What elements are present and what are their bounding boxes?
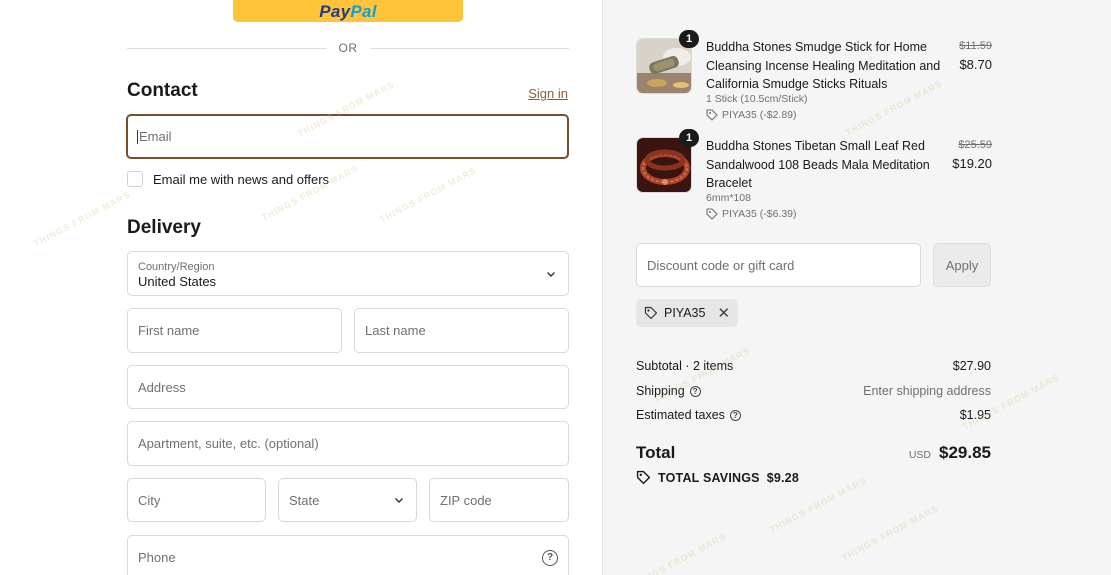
- remove-discount-icon[interactable]: ✕: [717, 304, 730, 322]
- item-title: Buddha Stones Smudge Stick for Home Clea…: [706, 40, 941, 91]
- country-label: Country/Region: [138, 260, 215, 273]
- help-icon[interactable]: ?: [542, 549, 558, 566]
- or-divider: OR: [127, 40, 569, 56]
- item-discount: PIYA35 (-$2.89): [706, 109, 797, 121]
- city-field[interactable]: City: [127, 478, 266, 522]
- email-field[interactable]: Email: [126, 114, 569, 159]
- paypal-logo: PayPal: [319, 2, 377, 21]
- apartment-placeholder: Apartment, suite, etc. (optional): [138, 436, 319, 451]
- or-label: OR: [338, 41, 358, 55]
- last-name-placeholder: Last name: [365, 323, 426, 338]
- newsletter-label: Email me with news and offers: [153, 171, 330, 187]
- subtotal-label: Subtotal · 2 items: [636, 359, 734, 373]
- item-variant: 1 Stick (10.5cm/Stick): [706, 93, 808, 105]
- taxes-label: Estimated taxes: [636, 408, 725, 422]
- item-original-price: $11.59: [959, 40, 992, 52]
- tag-icon: [636, 470, 651, 485]
- address-field[interactable]: Address: [127, 365, 569, 409]
- first-name-field[interactable]: First name: [127, 308, 342, 353]
- first-name-placeholder: First name: [138, 323, 200, 338]
- subtotal-row: Subtotal · 2 items $27.90: [636, 359, 991, 373]
- country-select[interactable]: Country/Region United States: [127, 251, 569, 296]
- contact-heading: Contact: [127, 80, 198, 101]
- help-icon[interactable]: ?: [689, 386, 701, 398]
- phone-placeholder: Phone: [138, 550, 176, 565]
- city-placeholder: City: [138, 492, 161, 508]
- cart-item: 1 Buddha Stones Smudge Stick for Home Cl…: [636, 30, 992, 124]
- chevron-down-icon: [395, 498, 403, 503]
- item-title: Buddha Stones Tibetan Small Leaf Red San…: [706, 139, 930, 190]
- zip-placeholder: ZIP code: [440, 492, 492, 508]
- taxes-row: Estimated taxes? $1.95: [636, 408, 991, 422]
- item-original-price: $25.59: [958, 139, 992, 151]
- item-discount: PIYA35 (-$6.39): [706, 208, 797, 220]
- discount-code-input[interactable]: Discount code or gift card: [636, 243, 921, 287]
- total-row: Total USD $29.85: [636, 443, 991, 463]
- country-value: United States: [138, 273, 217, 289]
- state-placeholder: State: [289, 492, 320, 508]
- state-select[interactable]: State: [278, 478, 417, 522]
- discount-placeholder: Discount code or gift card: [647, 257, 795, 273]
- sign-in-link[interactable]: Sign in: [528, 86, 568, 101]
- newsletter-option[interactable]: Email me with news and offers: [127, 171, 329, 187]
- savings-label: TOTAL SAVINGS: [658, 470, 760, 485]
- shipping-label: Shipping: [636, 384, 685, 398]
- applied-code: PIYA35: [664, 306, 706, 320]
- newsletter-checkbox[interactable]: [127, 171, 143, 187]
- zip-field[interactable]: ZIP code: [429, 478, 569, 522]
- last-name-field[interactable]: Last name: [354, 308, 569, 353]
- tag-icon: [706, 109, 718, 121]
- quantity-badge: 1: [679, 129, 699, 147]
- chevron-down-icon: [547, 271, 555, 277]
- total-label: Total: [636, 443, 676, 462]
- address-placeholder: Address: [138, 379, 186, 395]
- total-savings: TOTAL SAVINGS $9.28: [636, 470, 799, 485]
- cart-item: 1 Buddha Stones Tibetan Small Leaf Red S…: [636, 129, 992, 223]
- savings-value: $9.28: [766, 470, 799, 485]
- item-price: $8.70: [959, 57, 992, 72]
- applied-discount-chip: PIYA35 ✕: [636, 299, 739, 327]
- help-icon[interactable]: ?: [729, 410, 741, 422]
- paypal-button[interactable]: PayPal: [233, 0, 463, 22]
- currency-code: USD: [908, 449, 931, 461]
- taxes-value: $1.95: [959, 408, 991, 422]
- total-amount: $29.85: [939, 443, 991, 462]
- shipping-value: Enter shipping address: [863, 384, 991, 398]
- shipping-row: Shipping? Enter shipping address: [636, 384, 991, 398]
- subtotal-value: $27.90: [952, 359, 991, 373]
- item-price: $19.20: [952, 156, 992, 171]
- tag-icon: [644, 306, 658, 320]
- apply-discount-button[interactable]: Apply: [933, 243, 991, 287]
- phone-field[interactable]: Phone ?: [127, 535, 569, 575]
- checkout-form-panel: PayPal OR Contact Sign in Email Email me…: [0, 0, 602, 575]
- item-variant: 6mm*108: [706, 192, 751, 204]
- email-placeholder: Email: [139, 129, 172, 144]
- tag-icon: [706, 208, 718, 220]
- apartment-field[interactable]: Apartment, suite, etc. (optional): [127, 421, 569, 466]
- delivery-heading: Delivery: [127, 217, 201, 238]
- quantity-badge: 1: [679, 30, 699, 48]
